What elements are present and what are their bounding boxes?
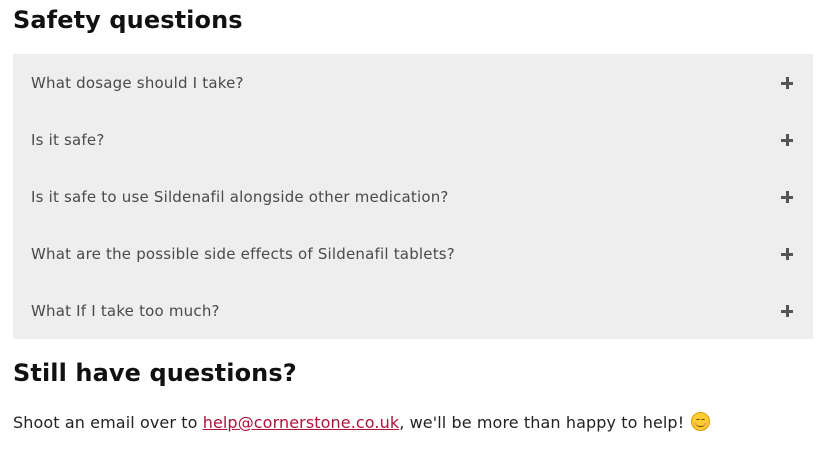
accordion-question: What are the possible side effects of Si… bbox=[31, 244, 455, 263]
accordion-question: What If I take too much? bbox=[31, 301, 220, 320]
accordion-item-is-it-safe[interactable]: Is it safe? bbox=[13, 111, 813, 168]
faq-page: Safety questions What dosage should I ta… bbox=[0, 0, 828, 452]
contact-paragraph: Shoot an email over to help@cornerstone.… bbox=[13, 412, 711, 432]
safety-accordion: What dosage should I take? Is it safe? I… bbox=[13, 54, 813, 339]
smiling-face-icon bbox=[691, 412, 711, 431]
accordion-question: Is it safe to use Sildenafil alongside o… bbox=[31, 187, 449, 206]
plus-icon[interactable] bbox=[781, 247, 793, 260]
plus-icon[interactable] bbox=[781, 76, 793, 89]
safety-questions-heading: Safety questions bbox=[13, 6, 243, 34]
contact-text-before: Shoot an email over to bbox=[13, 413, 203, 432]
accordion-item-side-effects[interactable]: What are the possible side effects of Si… bbox=[13, 225, 813, 282]
plus-icon[interactable] bbox=[781, 304, 793, 317]
accordion-item-other-medication[interactable]: Is it safe to use Sildenafil alongside o… bbox=[13, 168, 813, 225]
accordion-item-too-much[interactable]: What If I take too much? bbox=[13, 282, 813, 339]
accordion-question: What dosage should I take? bbox=[31, 73, 244, 92]
support-email-link[interactable]: help@cornerstone.co.uk bbox=[203, 413, 400, 432]
still-have-questions-heading: Still have questions? bbox=[13, 359, 297, 387]
accordion-item-dosage[interactable]: What dosage should I take? bbox=[13, 54, 813, 111]
plus-icon[interactable] bbox=[781, 133, 793, 146]
contact-text-after: , we'll be more than happy to help! bbox=[399, 413, 690, 432]
accordion-question: Is it safe? bbox=[31, 130, 105, 149]
plus-icon[interactable] bbox=[781, 190, 793, 203]
